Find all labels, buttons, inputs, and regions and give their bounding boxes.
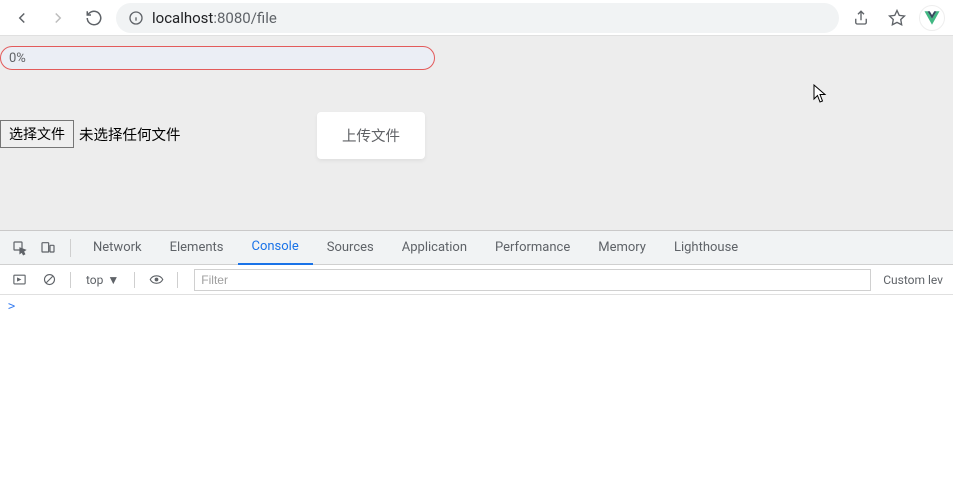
divider [177, 272, 178, 288]
mouse-cursor-icon [813, 84, 829, 104]
chevron-down-icon: ▼ [107, 273, 119, 287]
live-expression-icon[interactable] [143, 267, 169, 293]
progress-bar: 0% [0, 46, 435, 70]
url-text: localhost:8080/file [152, 9, 277, 27]
divider [134, 272, 135, 288]
tab-console[interactable]: Console [238, 231, 313, 265]
vue-extension-icon[interactable] [919, 5, 945, 31]
url-path: /file [251, 9, 277, 27]
device-toolbar-icon[interactable] [34, 234, 62, 262]
tab-sources[interactable]: Sources [313, 231, 388, 265]
back-button[interactable] [8, 4, 36, 32]
share-icon[interactable] [847, 4, 875, 32]
reload-button[interactable] [80, 4, 108, 32]
site-info-icon[interactable] [128, 10, 144, 26]
tab-network[interactable]: Network [79, 231, 156, 265]
page-content: 0% 选择文件 未选择任何文件 上传文件 [0, 36, 953, 230]
devtools-panel: Network Elements Console Sources Applica… [0, 230, 953, 500]
bookmark-star-icon[interactable] [883, 4, 911, 32]
log-levels-label[interactable]: Custom lev [883, 273, 947, 287]
console-toolbar: top ▼ Custom lev [0, 265, 953, 295]
progress-text: 0% [9, 51, 26, 66]
divider [70, 272, 71, 288]
context-selector[interactable]: top ▼ [79, 272, 126, 288]
console-filter-input[interactable] [194, 269, 871, 291]
toggle-sidebar-icon[interactable] [6, 267, 32, 293]
tab-performance[interactable]: Performance [481, 231, 584, 265]
browser-toolbar: localhost:8080/file [0, 0, 953, 36]
clear-console-icon[interactable] [36, 267, 62, 293]
forward-button[interactable] [44, 4, 72, 32]
inspect-element-icon[interactable] [6, 234, 34, 262]
url-port: :8080 [213, 9, 250, 27]
upload-button[interactable]: 上传文件 [317, 112, 425, 159]
divider [70, 239, 71, 257]
console-prompt-caret: > [8, 299, 15, 313]
url-host: localhost [152, 9, 213, 27]
tab-elements[interactable]: Elements [156, 231, 238, 265]
console-output[interactable]: > [0, 295, 953, 500]
choose-file-button[interactable]: 选择文件 [0, 120, 74, 148]
devtools-tabs: Network Elements Console Sources Applica… [0, 231, 953, 265]
tab-memory[interactable]: Memory [584, 231, 660, 265]
context-label: top [86, 273, 103, 287]
address-bar[interactable]: localhost:8080/file [116, 3, 839, 33]
no-file-label: 未选择任何文件 [79, 124, 181, 145]
tab-application[interactable]: Application [388, 231, 481, 265]
tab-lighthouse[interactable]: Lighthouse [660, 231, 752, 265]
